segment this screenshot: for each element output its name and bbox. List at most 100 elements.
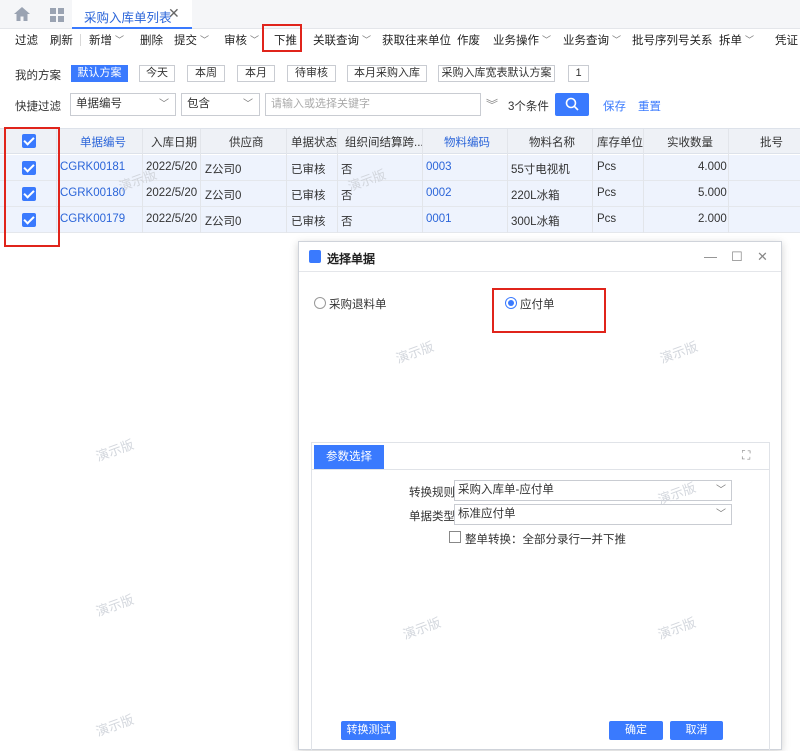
chevron-down-icon: ﹀	[200, 35, 210, 45]
cell-bill-no[interactable]: CGRK00181	[60, 161, 125, 173]
col-supplier[interactable]: 供应商	[229, 134, 264, 150]
scheme-month-inbound[interactable]: 本月采购入库	[347, 65, 427, 82]
app-logo-icon	[309, 250, 321, 263]
chevron-down-icon: ﹀	[159, 99, 169, 110]
cell-material-code[interactable]: 0003	[426, 161, 452, 173]
cell-material-code[interactable]: 0002	[426, 187, 452, 199]
related-query-button[interactable]: 关联查询 ﹀	[313, 32, 371, 48]
cell-qty: 5.000	[698, 187, 727, 199]
business-ops-button[interactable]: 业务操作 ﹀	[493, 32, 551, 48]
cell-material-name: 55寸电视机	[511, 164, 570, 176]
condition-count: 3个条件	[508, 101, 549, 113]
close-icon[interactable]: ✕	[757, 249, 768, 265]
close-icon[interactable]: ✕	[168, 5, 180, 22]
col-material-code[interactable]: 物料编码	[444, 134, 490, 150]
chevron-down-icon: ﹀	[745, 35, 755, 45]
filter-button[interactable]: 过滤	[15, 32, 38, 48]
col-bill-no[interactable]: 单据编号	[80, 134, 126, 150]
cell-bill-no[interactable]: CGRK00180	[60, 187, 125, 199]
expand-icon[interactable]: ⛶	[742, 448, 750, 463]
tab-purchase-inbound-list[interactable]: 采购入库单列表 ✕	[72, 0, 192, 29]
scheme-1[interactable]: 1	[568, 65, 589, 82]
convert-test-button[interactable]: 转换测试	[341, 721, 396, 740]
col-settlement[interactable]: 组织间结算跨...	[345, 134, 424, 150]
business-query-button[interactable]: 业务查询 ﹀	[563, 32, 621, 48]
col-status[interactable]: 单据状态	[291, 134, 337, 150]
chevron-down-icon: ﹀	[716, 509, 726, 520]
select-bill-dialog: 选择单据 — ☐ ✕ 采购退料单 应付单 演示版 演示版 参数选择 ⛶ 转换规则…	[298, 241, 782, 751]
cell-material-name: 220L冰箱	[511, 190, 560, 202]
cell-supplier: Z公司0	[205, 190, 242, 202]
delete-button[interactable]: 删除	[140, 32, 163, 48]
highlight-box	[262, 24, 302, 52]
filter-operator-select[interactable]: 包含 ﹀	[181, 93, 260, 116]
scheme-wide-table[interactable]: 采购入库宽表默认方案	[438, 65, 555, 82]
cell-unit: Pcs	[597, 161, 617, 173]
col-unit[interactable]: 库存单位	[597, 134, 643, 150]
search-button[interactable]	[555, 93, 589, 116]
minimize-icon[interactable]: —	[704, 249, 717, 264]
chevron-down-icon: ﹀	[542, 35, 552, 45]
cell-qty: 4.000	[698, 161, 727, 173]
cell-date: 2022/5/20	[146, 187, 198, 199]
type-select[interactable]: 标准应付单 ﹀	[454, 504, 732, 525]
cell-status: 已审核	[291, 216, 326, 228]
cell-supplier: Z公司0	[205, 164, 242, 176]
radio-purchase-return[interactable]	[314, 297, 326, 309]
scheme-pending-audit[interactable]: 待审核	[287, 65, 336, 82]
cell-supplier: Z公司0	[205, 216, 242, 228]
whole-convert-label: 整单转换：全部分录行一并下推	[465, 534, 626, 546]
scheme-this-month[interactable]: 本月	[237, 65, 275, 82]
filter-field-select[interactable]: 单据编号 ﹀	[70, 93, 176, 116]
col-batch[interactable]: 批号	[760, 134, 783, 150]
col-date[interactable]: 入库日期	[151, 134, 197, 150]
tab-params[interactable]: 参数选择	[314, 445, 384, 469]
table-header: 单据编号 入库日期 供应商 单据状态 组织间结算跨... 物料编码 物料名称 库…	[0, 128, 800, 154]
cell-material-name: 300L冰箱	[511, 216, 560, 228]
split-order-button[interactable]: 拆单 ﹀	[719, 32, 754, 48]
chevron-down-icon: ﹀	[716, 485, 726, 496]
chevron-down-icon: ﹀	[115, 35, 125, 45]
new-button[interactable]: 新增 ﹀	[89, 32, 124, 48]
get-partner-button[interactable]: 获取往来单位	[382, 32, 451, 48]
params-panel: 参数选择 ⛶ 转换规则 采购入库单-应付单 ﹀ 单据类型 标准应付单 ﹀ 整单转换：…	[311, 442, 770, 751]
scheme-default[interactable]: 默认方案	[71, 65, 128, 82]
refresh-button[interactable]: 刷新	[50, 32, 73, 48]
audit-button[interactable]: 审核 ﹀	[224, 32, 259, 48]
tab-bar: 采购入库单列表 ✕	[0, 0, 800, 29]
save-filter-link[interactable]: 保存	[603, 98, 626, 114]
cell-date: 2022/5/20	[146, 213, 198, 225]
quick-filter-label: 快捷过滤	[15, 101, 61, 113]
ok-button[interactable]: 确定	[609, 721, 663, 740]
type-label: 单据类型	[409, 511, 455, 523]
cell-qty: 2.000	[698, 213, 727, 225]
dialog-title: 选择单据	[327, 252, 376, 266]
keyword-input[interactable]: 请输入或选择关键字	[265, 93, 481, 116]
chevron-down-icon: ﹀	[612, 35, 622, 45]
tab-label: 采购入库单列表	[84, 11, 172, 25]
rule-label: 转换规则	[409, 487, 455, 499]
cell-bill-no[interactable]: CGRK00179	[60, 213, 125, 225]
col-material-name[interactable]: 物料名称	[529, 134, 575, 150]
maximize-icon[interactable]: ☐	[731, 249, 743, 265]
chevron-down-icon: ﹀	[362, 35, 372, 45]
submit-button[interactable]: 提交 ﹀	[174, 32, 209, 48]
search-icon	[565, 97, 579, 111]
radio-purchase-return-label[interactable]: 采购退料单	[329, 296, 387, 312]
cancel-button[interactable]: 取消	[670, 721, 723, 740]
home-icon[interactable]	[14, 7, 30, 21]
reset-filter-link[interactable]: 重置	[638, 98, 661, 114]
batch-serial-button[interactable]: 批号序列号关系	[632, 32, 713, 48]
col-qty[interactable]: 实收数量	[667, 134, 713, 150]
void-button[interactable]: 作废	[457, 32, 480, 48]
expand-conditions-icon[interactable]: ︾	[486, 96, 498, 113]
voucher-button[interactable]: 凭证	[775, 32, 798, 48]
scheme-today[interactable]: 今天	[139, 65, 175, 82]
cell-unit: Pcs	[597, 213, 617, 225]
cell-material-code[interactable]: 0001	[426, 213, 452, 225]
table-row[interactable]: CGRK00179 2022/5/20 Z公司0 已审核 否 0001 300L…	[0, 207, 800, 233]
scheme-this-week[interactable]: 本周	[187, 65, 225, 82]
whole-convert-checkbox[interactable]	[449, 531, 461, 543]
dialog-titlebar: 选择单据 — ☐ ✕	[299, 242, 781, 272]
apps-grid-icon[interactable]	[50, 8, 64, 22]
